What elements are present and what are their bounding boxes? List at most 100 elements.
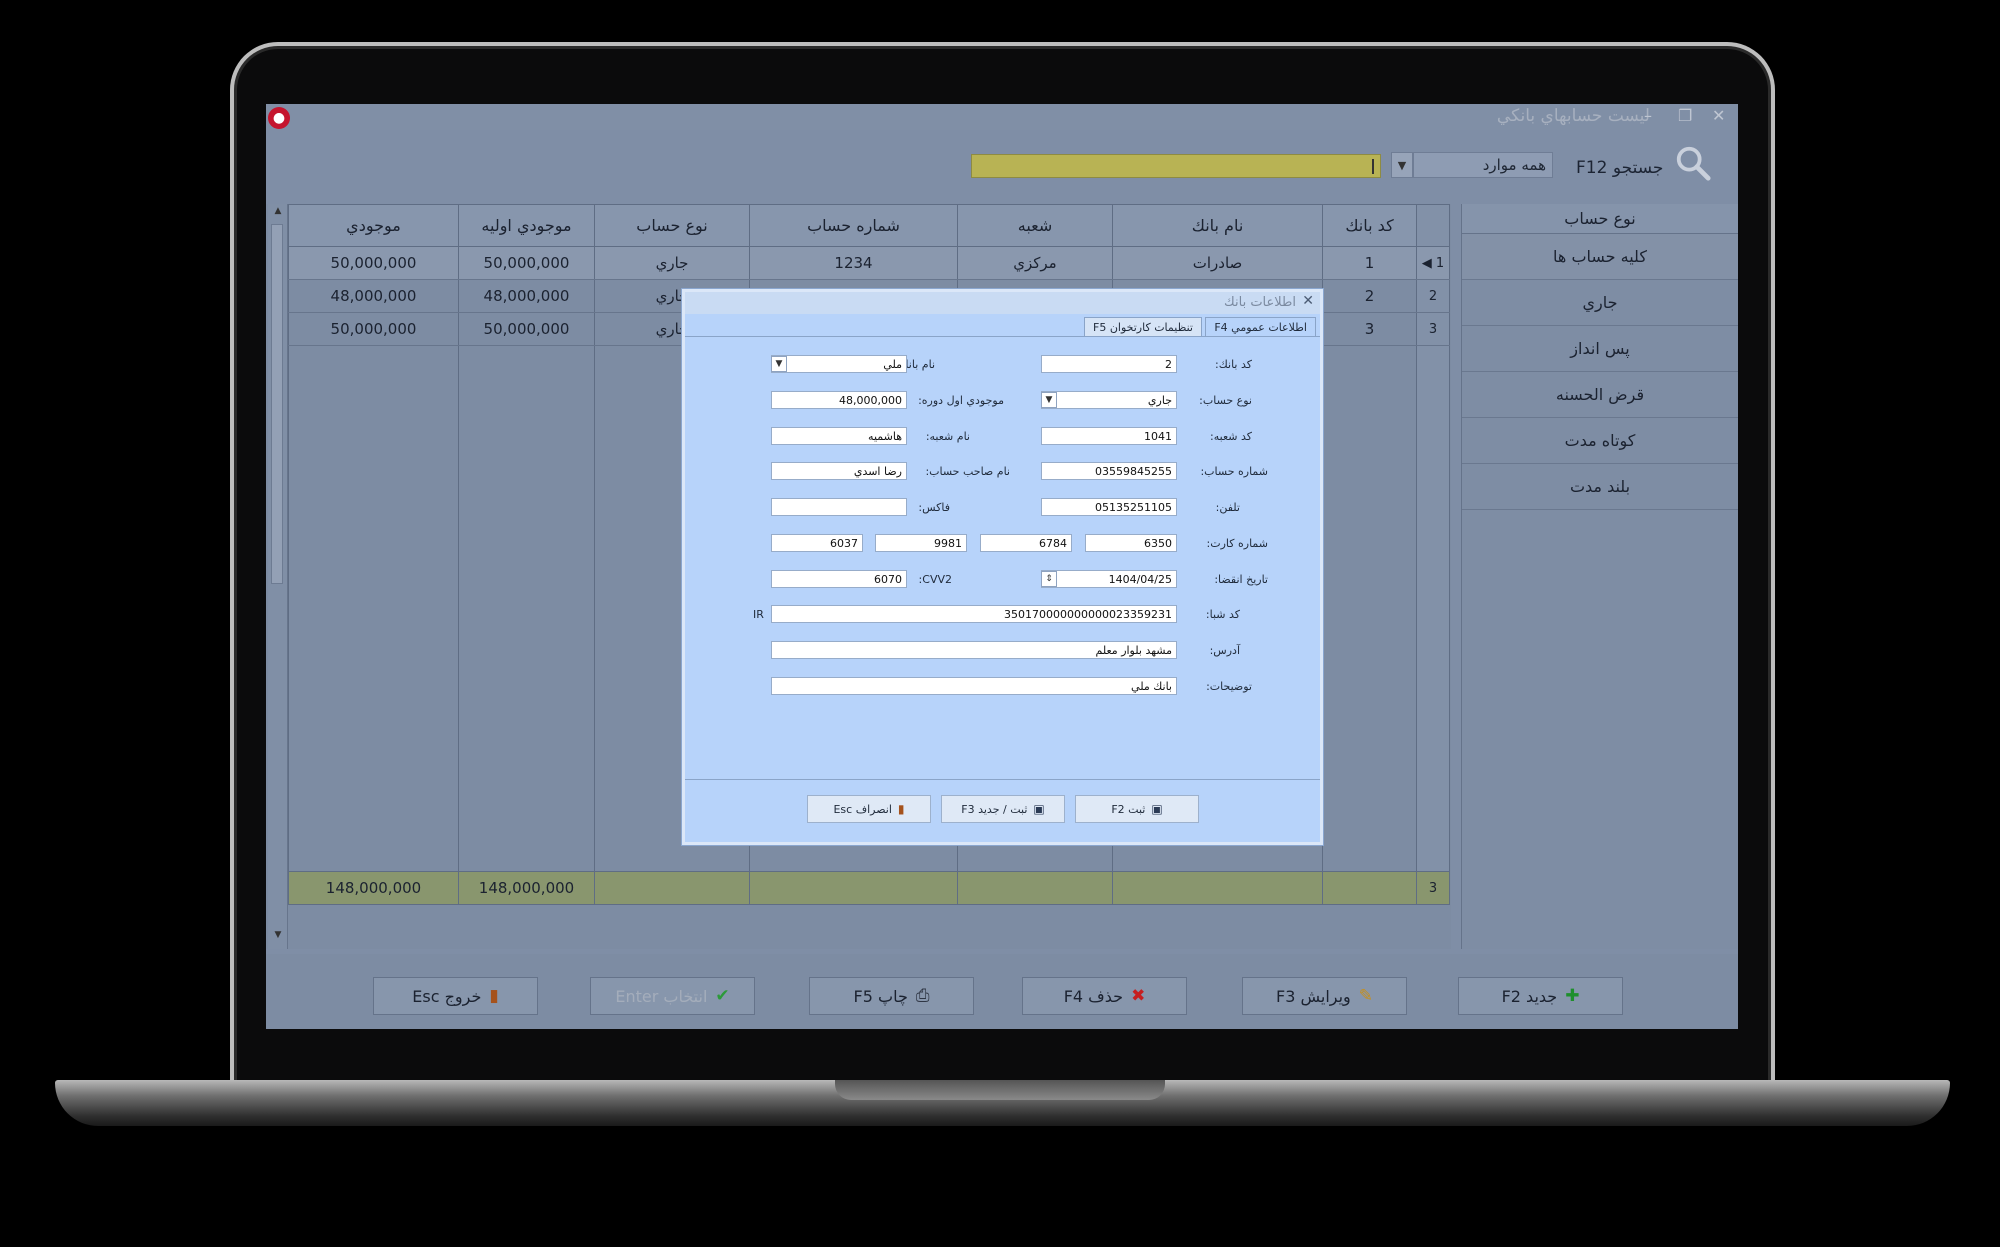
- edit-button[interactable]: ✎ ويرايش F3: [1242, 977, 1407, 1015]
- label-sheba: كد شبا:: [1205, 608, 1240, 621]
- new-button-label: جديد F2: [1501, 986, 1558, 1006]
- sheba-field[interactable]: 350170000000000023359231: [771, 605, 1177, 623]
- expiry-spinner-icon[interactable]: ⇕: [1041, 571, 1057, 587]
- dialog-close-icon[interactable]: ✕: [1302, 293, 1314, 309]
- floppy-disk-icon: ▣: [1151, 802, 1163, 816]
- bank-code-field[interactable]: 2: [1041, 355, 1177, 373]
- category-short-term[interactable]: كوتاه مدت: [1462, 418, 1738, 464]
- account-holder-field[interactable]: رضا اسدي: [771, 462, 907, 480]
- column-header-bank-name[interactable]: نام بانك: [1112, 204, 1323, 247]
- dialog-title: اطلاعات بانك: [1224, 295, 1296, 310]
- row-number[interactable]: 2: [1416, 279, 1450, 313]
- minimize-icon[interactable]: –: [1644, 106, 1652, 125]
- cell-bank-code[interactable]: 1: [1322, 246, 1417, 280]
- bank-name-field[interactable]: ملي: [771, 355, 907, 373]
- card-number-part-4[interactable]: 6037: [771, 534, 863, 552]
- search-scope-select[interactable]: همه موارد: [1413, 152, 1553, 178]
- cell-bank-code[interactable]: 2: [1322, 279, 1417, 313]
- cell-account-type[interactable]: جاري: [594, 246, 750, 280]
- fax-field[interactable]: [771, 498, 907, 516]
- stage: ● ليست حسابهاي بانكي – ❐ ✕ جستجو F12 همه…: [0, 0, 2000, 1247]
- dialog-save-button[interactable]: ▣ ثبت F2: [1075, 795, 1199, 823]
- delete-x-icon: ✖: [1131, 986, 1146, 1006]
- pencil-icon: ✎: [1358, 986, 1374, 1006]
- delete-button[interactable]: ✖ حذف F4: [1022, 977, 1187, 1015]
- close-icon[interactable]: ✕: [1712, 106, 1725, 125]
- print-button-label: چاپ F5: [853, 986, 908, 1006]
- scroll-thumb[interactable]: [271, 224, 283, 584]
- address-field[interactable]: مشهد بلوار معلم: [771, 641, 1177, 659]
- select-button[interactable]: ✔ انتخاب Enter: [590, 977, 755, 1015]
- tab-general-info[interactable]: اطلاعات عمومي F4: [1205, 317, 1316, 337]
- label-bank-code: كد بانك:: [1215, 358, 1252, 371]
- card-number-part-3[interactable]: 9981: [875, 534, 967, 552]
- cell-account-number[interactable]: 1234: [749, 246, 958, 280]
- table-row[interactable]: 50,000,000 50,000,000 جاري 1234 مركزي صا…: [288, 246, 1450, 280]
- cell-initial-balance[interactable]: 48,000,000: [458, 279, 595, 313]
- cell-balance[interactable]: 48,000,000: [288, 279, 459, 313]
- cvv2-field[interactable]: 6070: [771, 570, 907, 588]
- row-number[interactable]: 3: [1416, 312, 1450, 346]
- row-number[interactable]: ◀ 1: [1416, 246, 1450, 280]
- restore-icon[interactable]: ❐: [1678, 106, 1692, 125]
- cell-initial-balance[interactable]: 50,000,000: [458, 246, 595, 280]
- scroll-up-icon[interactable]: ▲: [270, 206, 286, 222]
- sheba-prefix: IR: [753, 608, 764, 621]
- label-opening-balance: موجودي اول دوره:: [918, 394, 1004, 407]
- exit-button-label: خروج Esc: [412, 986, 482, 1006]
- column-header-initial-balance[interactable]: موجودي اوليه: [458, 204, 595, 247]
- app-window: ● ليست حسابهاي بانكي – ❐ ✕ جستجو F12 همه…: [266, 104, 1738, 1029]
- category-gharzolhasane[interactable]: قرض الحسنه: [1462, 372, 1738, 418]
- dialog-cancel-button[interactable]: ▮ انصراف Esc: [807, 795, 931, 823]
- category-all-accounts[interactable]: كليه حساب ها: [1462, 234, 1738, 280]
- branch-name-field[interactable]: هاشميه: [771, 427, 907, 445]
- print-button[interactable]: ⎙ چاپ F5: [809, 977, 974, 1015]
- cell-bank-code[interactable]: 3: [1322, 312, 1417, 346]
- cell-branch[interactable]: مركزي: [957, 246, 1113, 280]
- bottom-toolbar: ✚ جديد F2 ✎ ويرايش F3 ✖ حذف F4 ⎙ چاپ F5 …: [266, 954, 1738, 1029]
- cell-balance[interactable]: 50,000,000: [288, 312, 459, 346]
- account-type-chevron-down-icon[interactable]: ▼: [1041, 392, 1057, 408]
- chevron-down-icon[interactable]: ▼: [1391, 152, 1413, 178]
- tab-card-reader-settings[interactable]: تنظيمات كارتخوان F5: [1084, 317, 1202, 337]
- label-description: توضيحات:: [1206, 680, 1252, 693]
- category-savings[interactable]: پس انداز: [1462, 326, 1738, 372]
- description-field[interactable]: بانك ملي: [771, 677, 1177, 695]
- expiry-date-field[interactable]: 1404/04/25: [1041, 570, 1177, 588]
- category-current[interactable]: جاري: [1462, 280, 1738, 326]
- cell-bank-name[interactable]: صادرات: [1112, 246, 1323, 280]
- dialog-cancel-label: انصراف Esc: [833, 802, 892, 816]
- opening-balance-field[interactable]: 48,000,000: [771, 391, 907, 409]
- column-header-account-number[interactable]: شماره حساب: [749, 204, 958, 247]
- cell-balance[interactable]: 50,000,000: [288, 246, 459, 280]
- phone-field[interactable]: 05135251105: [1041, 498, 1177, 516]
- title-bar: ● ليست حسابهاي بانكي – ❐ ✕: [266, 104, 1738, 130]
- dialog-save-new-button[interactable]: ▣ ثبت / جديد F3: [941, 795, 1065, 823]
- grid-scrollbar[interactable]: ▲ ▼: [268, 204, 288, 949]
- column-header-account-type[interactable]: نوع حساب: [594, 204, 750, 247]
- app-logo-icon[interactable]: ●: [268, 107, 290, 129]
- label-expiry-date: تاريخ انقضا:: [1214, 573, 1268, 586]
- column-header-balance[interactable]: موجودي: [288, 204, 459, 247]
- bank-name-chevron-down-icon[interactable]: ▼: [771, 356, 787, 372]
- search-icon[interactable]: [1674, 144, 1712, 182]
- select-button-label: انتخاب Enter: [615, 986, 708, 1006]
- column-header-bank-code[interactable]: كد بانك: [1322, 204, 1417, 247]
- card-number-part-2[interactable]: 6784: [980, 534, 1072, 552]
- dialog-separator: [685, 779, 1320, 780]
- new-button[interactable]: ✚ جديد F2: [1458, 977, 1623, 1015]
- branch-code-field[interactable]: 1041: [1041, 427, 1177, 445]
- current-row-icon: ◀: [1421, 255, 1436, 271]
- dialog-save-new-label: ثبت / جديد F3: [961, 802, 1028, 816]
- scroll-down-icon[interactable]: ▼: [270, 930, 286, 946]
- search-input[interactable]: [971, 154, 1381, 178]
- exit-button[interactable]: ▮ خروج Esc: [373, 977, 538, 1015]
- card-number-part-1[interactable]: 6350: [1085, 534, 1177, 552]
- printer-icon: ⎙: [915, 986, 930, 1006]
- account-number-field[interactable]: 03559845255: [1041, 462, 1177, 480]
- account-type-field[interactable]: جاري: [1041, 391, 1177, 409]
- column-header-branch[interactable]: شعبه: [957, 204, 1113, 247]
- laptop-hinge: [835, 1080, 1165, 1100]
- cell-initial-balance[interactable]: 50,000,000: [458, 312, 595, 346]
- category-long-term[interactable]: بلند مدت: [1462, 464, 1738, 510]
